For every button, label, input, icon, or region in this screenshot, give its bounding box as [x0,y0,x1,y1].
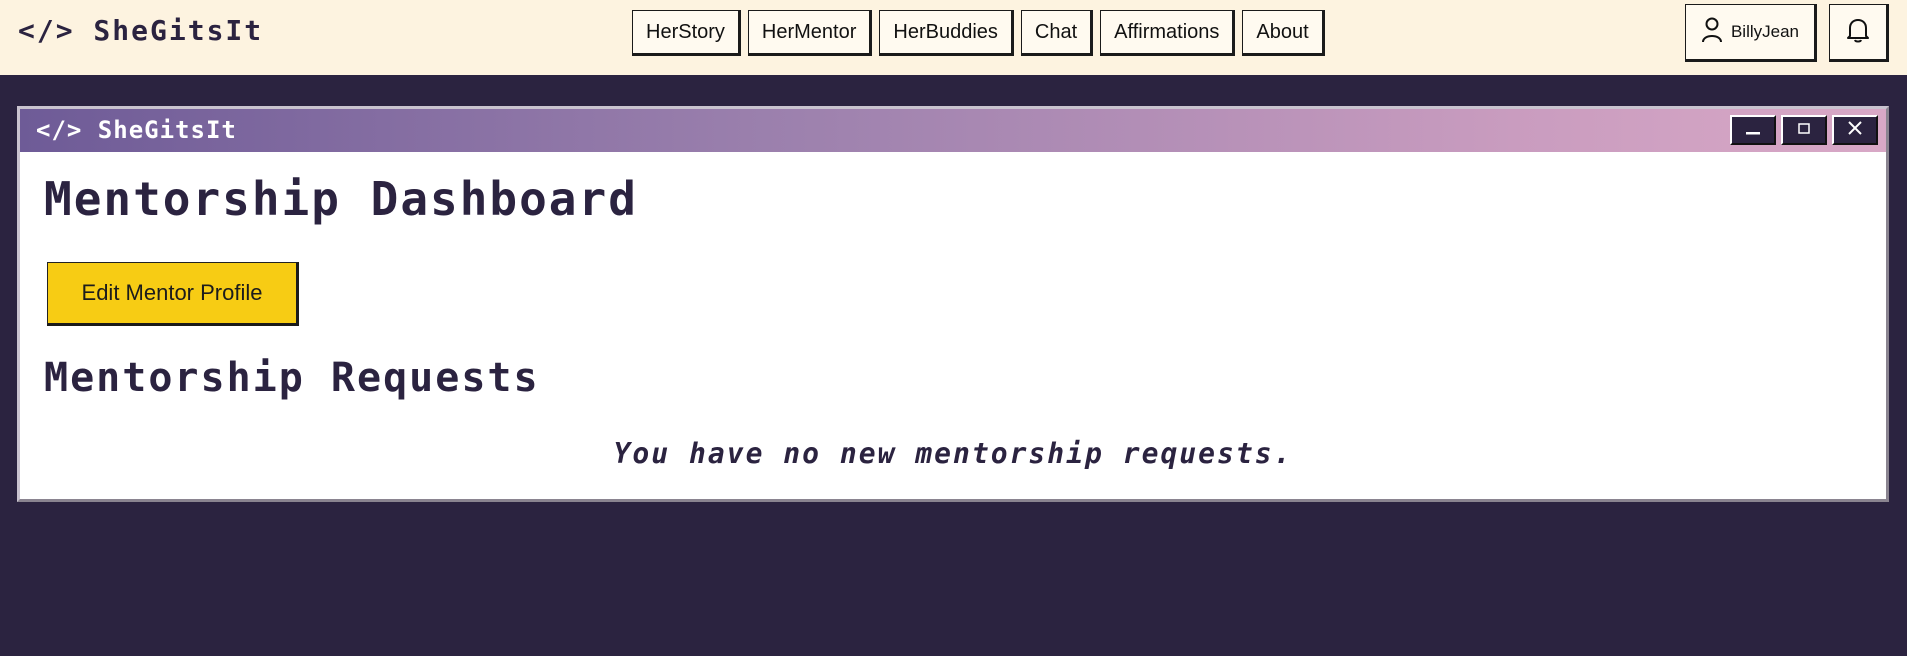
top-navbar: </> SheGitsIt HerStory HerMentor HerBudd… [0,0,1907,75]
bell-icon [1846,17,1870,48]
maximize-icon [1796,120,1812,141]
main-nav: HerStory HerMentor HerBuddies Chat Affir… [632,10,1325,56]
close-button[interactable] [1832,115,1878,145]
edit-mentor-profile-button[interactable]: Edit Mentor Profile [47,262,299,326]
user-menu-button[interactable]: BillyJean [1685,4,1817,62]
close-icon [1847,120,1863,141]
username-label: BillyJean [1730,22,1800,41]
nav-chat[interactable]: Chat [1020,10,1094,56]
empty-state-message: You have no new mentorship requests. [613,437,1293,470]
window-titlebar[interactable]: </> SheGitsIt [20,109,1886,152]
nav-herbuddies[interactable]: HerBuddies [879,10,1014,56]
nav-about[interactable]: About [1242,10,1325,56]
nav-hermentor[interactable]: HerMentor [747,10,873,56]
maximize-button[interactable] [1781,115,1827,145]
app-window: </> SheGitsIt Mentorship Dashboard Edit … [17,106,1889,502]
window-title: </> SheGitsIt [36,116,237,144]
section-title-requests: Mentorship Requests [44,355,540,401]
notifications-button[interactable] [1829,4,1889,62]
user-icon [1701,17,1723,48]
window-controls [1730,115,1878,145]
brand-logo[interactable]: </> SheGitsIt [18,14,263,47]
nav-herstory[interactable]: HerStory [632,10,741,56]
nav-affirmations[interactable]: Affirmations [1100,10,1236,56]
minimize-icon [1744,120,1762,141]
page-title: Mentorship Dashboard [44,172,638,226]
minimize-button[interactable] [1730,115,1776,145]
